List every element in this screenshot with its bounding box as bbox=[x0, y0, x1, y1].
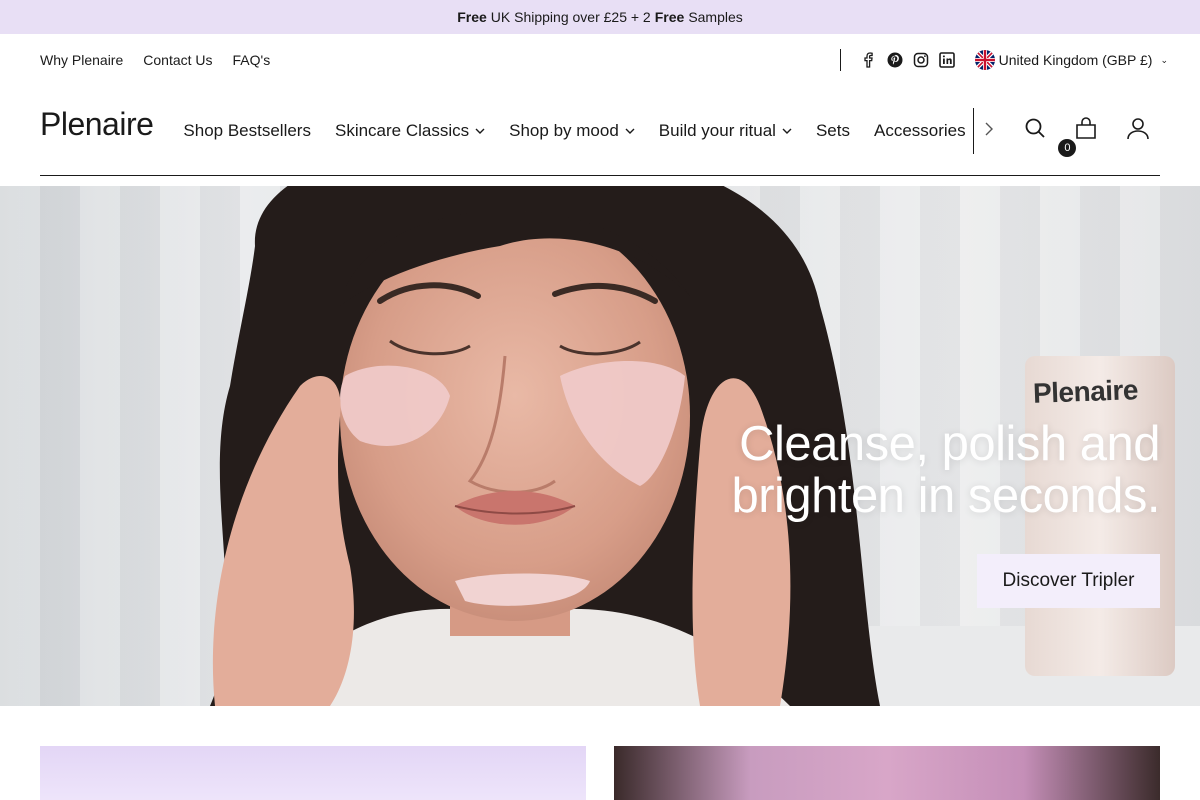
cart-count-badge: 0 bbox=[1058, 139, 1077, 157]
nav-sets[interactable]: Sets bbox=[816, 121, 850, 141]
hero-banner: Plenaire Cleanse, polish and brighten in… bbox=[0, 186, 1200, 706]
nav-label: Sets bbox=[815, 120, 850, 140]
discover-tripler-button[interactable]: Discover Tripler bbox=[977, 554, 1160, 608]
instagram-icon[interactable] bbox=[913, 52, 929, 68]
announcement-free-1: Free bbox=[457, 9, 487, 25]
site-logo[interactable]: Plenaire bbox=[40, 106, 154, 143]
announcement-shipping-text: UK Shipping over £25 + 2 bbox=[490, 9, 651, 25]
locale-selector[interactable]: United Kingdom (GBP £) ⌄ bbox=[974, 50, 1168, 70]
link-why-plenaire[interactable]: Why Plenaire bbox=[40, 52, 123, 68]
nav-accessories[interactable]: Accessories bbox=[874, 121, 966, 141]
search-icon[interactable] bbox=[1024, 117, 1046, 144]
bottle-brand-text: Plenaire bbox=[1032, 374, 1139, 409]
main-header: Plenaire Shop Bestsellers Skincare Class… bbox=[40, 86, 1168, 175]
chevron-down-icon bbox=[782, 128, 792, 134]
linkedin-icon[interactable] bbox=[938, 52, 955, 68]
chevron-right-icon[interactable] bbox=[974, 120, 1004, 141]
utility-bar: Why Plenaire Contact Us FAQ's United Kin… bbox=[40, 34, 1168, 86]
nav-shop-bestsellers[interactable]: Shop Bestsellers bbox=[183, 121, 311, 141]
link-faqs[interactable]: FAQ's bbox=[233, 52, 271, 68]
social-links bbox=[861, 52, 955, 68]
nav-label: Build your ritual bbox=[658, 120, 776, 140]
utility-links: Why Plenaire Contact Us FAQ's bbox=[40, 52, 270, 68]
announcement-free-2: Free bbox=[654, 9, 685, 25]
cart-icon bbox=[1076, 117, 1097, 139]
link-contact-us[interactable]: Contact Us bbox=[143, 52, 212, 68]
account-icon[interactable] bbox=[1126, 116, 1150, 145]
hero-headline: Cleanse, polish and brighten in seconds. bbox=[600, 418, 1160, 522]
chevron-down-icon bbox=[625, 128, 635, 134]
announcement-samples-text: Samples bbox=[688, 9, 743, 25]
nav-label: Shop Bestsellers bbox=[183, 120, 311, 140]
cart-button[interactable]: 0 bbox=[1058, 116, 1098, 157]
header-icons: 0 bbox=[1024, 116, 1150, 157]
header-divider bbox=[40, 175, 1160, 176]
utility-right: United Kingdom (GBP £) ⌄ bbox=[839, 34, 1168, 86]
facebook-icon[interactable] bbox=[861, 52, 877, 68]
promo-card-right[interactable] bbox=[614, 746, 1160, 800]
hero-headline-line2: brighten in seconds. bbox=[731, 469, 1160, 523]
nav-label: Shop by mood bbox=[509, 120, 619, 140]
nav-label: Skincare Classics bbox=[334, 120, 470, 140]
promo-card-left[interactable] bbox=[40, 746, 586, 800]
nav-label: Accessories bbox=[873, 120, 966, 140]
pinterest-icon[interactable] bbox=[887, 52, 903, 68]
hero-headline-line1: Cleanse, polish and bbox=[739, 417, 1160, 471]
chevron-down-icon: ⌄ bbox=[1160, 54, 1168, 65]
main-nav: Shop Bestsellers Skincare Classics Shop … bbox=[183, 121, 973, 141]
uk-flag-icon bbox=[974, 50, 995, 70]
chevron-down-icon bbox=[475, 128, 485, 134]
locale-label: United Kingdom (GBP £) bbox=[998, 52, 1153, 68]
nav-shop-by-mood[interactable]: Shop by mood bbox=[509, 121, 635, 141]
nav-skincare-classics[interactable]: Skincare Classics bbox=[335, 121, 485, 141]
announcement-bar: Free UK Shipping over £25 + 2 Free Sampl… bbox=[0, 0, 1200, 34]
nav-build-your-ritual[interactable]: Build your ritual bbox=[659, 121, 792, 141]
utility-divider bbox=[839, 49, 841, 71]
